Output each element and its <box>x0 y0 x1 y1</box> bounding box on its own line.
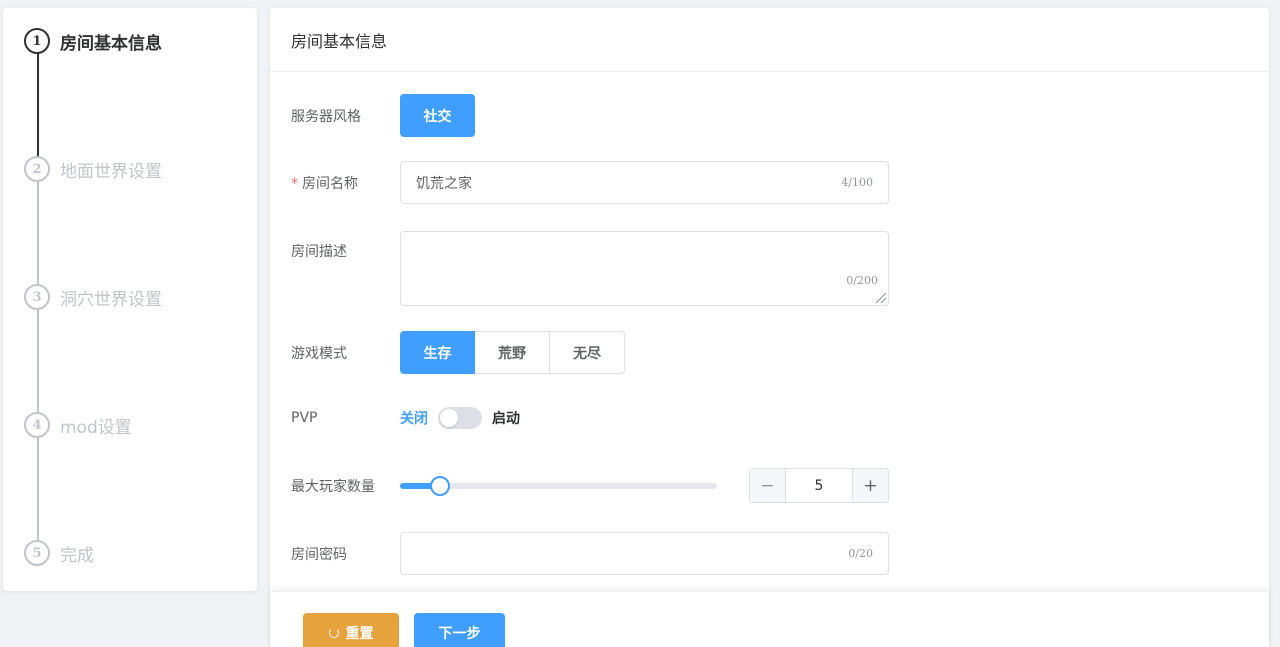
reset-button[interactable]: 重置 <box>303 613 399 647</box>
room-desc-textarea[interactable]: 0/200 <box>400 231 889 306</box>
step-title: 洞穴世界设置 <box>60 289 162 310</box>
password-label: 房间密码 <box>291 546 347 563</box>
step-mod-settings[interactable]: 4 mod设置 <box>24 412 132 438</box>
room-name-input[interactable]: 饥荒之家 4/100 <box>400 161 889 204</box>
password-input[interactable]: 0/20 <box>400 532 889 575</box>
room-name-value: 饥荒之家 <box>416 175 472 192</box>
step-number: 3 <box>24 284 50 310</box>
step-title: 完成 <box>60 545 94 566</box>
room-desc-label: 房间描述 <box>291 244 347 260</box>
slider-handle[interactable] <box>429 475 450 496</box>
step-cave-world[interactable]: 3 洞穴世界设置 <box>24 284 162 310</box>
step-number: 2 <box>24 156 50 182</box>
server-style-social-button[interactable]: 社交 <box>400 94 475 137</box>
step-number: 4 <box>24 412 50 438</box>
page: 1 房间基本信息 2 地面世界设置 3 洞穴世界设置 4 mod设置 5 完成 … <box>0 0 1280 647</box>
step-basic-info[interactable]: 1 房间基本信息 <box>24 28 162 54</box>
row-room-desc: 房间描述 0/200 <box>291 231 1269 306</box>
game-mode-wilderness-button[interactable]: 荒野 <box>475 331 550 374</box>
game-mode-group: 生存 荒野 无尽 <box>400 331 625 374</box>
pvp-label: PVP <box>291 410 318 426</box>
card-title: 房间基本信息 <box>270 8 1269 72</box>
step-number: 1 <box>24 28 50 54</box>
step-title: 房间基本信息 <box>60 33 162 54</box>
game-mode-endless-button[interactable]: 无尽 <box>550 331 625 374</box>
toggle-knob <box>440 409 458 427</box>
room-desc-count: 0/200 <box>846 274 878 287</box>
max-players-value[interactable]: 5 <box>786 469 852 502</box>
pvp-switch-group: 关闭 启动 <box>400 407 520 429</box>
row-max-players: 最大玩家数量 − 5 + <box>291 468 1269 503</box>
max-players-slider[interactable] <box>400 475 717 496</box>
reset-label: 重置 <box>345 626 374 642</box>
password-count: 0/20 <box>848 547 873 560</box>
game-mode-survival-button[interactable]: 生存 <box>400 331 475 374</box>
max-players-label: 最大玩家数量 <box>291 478 375 495</box>
step-finish[interactable]: 5 完成 <box>24 540 94 566</box>
pvp-toggle[interactable] <box>438 407 482 429</box>
step-number: 5 <box>24 540 50 566</box>
room-name-count: 4/100 <box>841 176 873 189</box>
step-title: mod设置 <box>60 417 132 438</box>
next-step-button[interactable]: 下一步 <box>414 613 505 647</box>
step-surface-world[interactable]: 2 地面世界设置 <box>24 156 162 182</box>
server-style-group: 社交 <box>400 94 475 137</box>
form-card: 房间基本信息 服务器风格 社交 * 房间名称 饥荒之家 4/100 房间描述 0/… <box>270 8 1269 647</box>
row-room-name: * 房间名称 饥荒之家 4/100 <box>291 161 1269 204</box>
row-game-mode: 游戏模式 生存 荒野 无尽 <box>291 331 1269 374</box>
resize-grip-icon[interactable] <box>876 293 886 303</box>
refresh-icon <box>328 628 339 638</box>
decrement-button[interactable]: − <box>750 469 786 502</box>
room-name-label: * 房间名称 <box>291 175 358 192</box>
increment-button[interactable]: + <box>852 469 888 502</box>
row-pvp: PVP 关闭 启动 <box>291 407 1269 429</box>
game-mode-label: 游戏模式 <box>291 345 347 362</box>
server-style-label: 服务器风格 <box>291 108 361 125</box>
pvp-off-text[interactable]: 关闭 <box>400 408 428 428</box>
max-players-stepper: − 5 + <box>749 468 889 503</box>
step-title: 地面世界设置 <box>60 161 162 182</box>
footer-bar: 重置 下一步 <box>270 591 1269 647</box>
row-password: 房间密码 0/20 <box>291 532 1269 575</box>
pvp-on-text[interactable]: 启动 <box>492 408 520 428</box>
row-server-style: 服务器风格 社交 <box>291 94 1269 137</box>
required-mark: * <box>291 175 298 192</box>
steps-sidebar: 1 房间基本信息 2 地面世界设置 3 洞穴世界设置 4 mod设置 5 完成 <box>3 8 257 591</box>
